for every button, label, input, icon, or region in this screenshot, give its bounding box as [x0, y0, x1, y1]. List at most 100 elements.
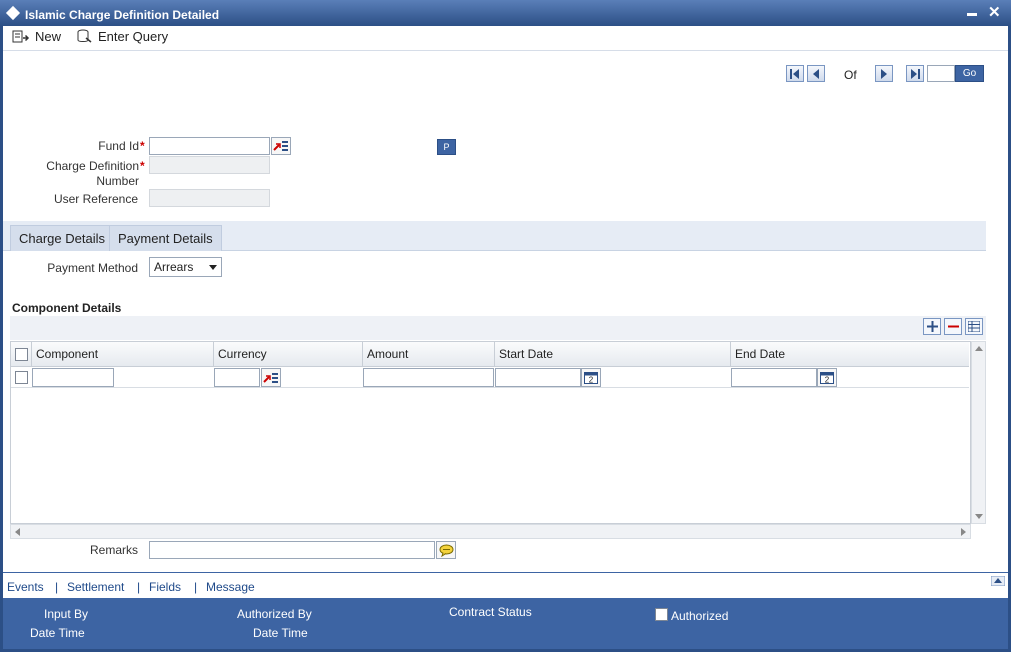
minus-icon [947, 325, 959, 328]
payment-method-label: Payment Method [47, 261, 138, 275]
payment-method-select[interactable]: Arrears [149, 257, 222, 277]
remarks-edit-button[interactable] [436, 541, 456, 559]
calendar-icon: 2 [820, 372, 834, 385]
events-link[interactable]: Events [7, 580, 44, 594]
new-label: New [35, 29, 62, 44]
fund-id-label: Fund Id [98, 139, 139, 153]
currency-input[interactable] [214, 368, 260, 387]
component-input[interactable] [32, 368, 114, 387]
pager-of-label: Of [844, 68, 857, 82]
payment-method-value: Arrears [154, 260, 194, 274]
window-title-bar: Islamic Charge Definition Detailed ✕ [0, 0, 1011, 26]
new-document-icon [12, 30, 30, 43]
date-time-label: Date Time [30, 626, 85, 640]
grid-toolbar [10, 316, 986, 340]
speech-bubble-icon [439, 544, 453, 557]
svg-text:2: 2 [589, 376, 594, 385]
col-start-date: Start Date [495, 342, 731, 366]
plus-icon [926, 321, 938, 332]
amount-input[interactable] [363, 368, 494, 387]
component-grid: Component Currency Amount Start Date End… [10, 341, 971, 524]
col-amount: Amount [363, 342, 495, 366]
authorized-by-label: Authorized By [237, 607, 312, 621]
add-row-button[interactable] [923, 318, 941, 335]
fund-id-lov-button[interactable] [271, 137, 291, 155]
scroll-left-icon[interactable] [15, 528, 20, 536]
p-button[interactable]: P [437, 139, 456, 155]
page-number-input[interactable] [927, 65, 955, 82]
start-date-input[interactable] [495, 368, 581, 387]
tab-charge-details[interactable]: Charge Details [10, 225, 114, 251]
previous-record-button[interactable] [807, 65, 825, 82]
vertical-scrollbar[interactable] [971, 341, 986, 524]
scroll-right-icon[interactable] [961, 528, 966, 536]
link-separator: | [194, 580, 198, 594]
previous-icon [813, 68, 819, 79]
last-page-icon [911, 68, 920, 79]
charge-def-number-input [149, 156, 270, 174]
link-separator: | [137, 580, 141, 594]
toolbar: New Enter Query [3, 26, 1008, 51]
list-of-values-icon [273, 141, 288, 151]
enter-query-button[interactable]: Enter Query [76, 29, 168, 44]
first-record-button[interactable] [786, 65, 804, 82]
col-currency: Currency [214, 342, 363, 366]
remarks-input[interactable] [149, 541, 435, 559]
select-all-cell [11, 342, 32, 366]
next-record-button[interactable] [875, 65, 893, 82]
row-checkbox[interactable] [15, 371, 28, 384]
horizontal-scrollbar[interactable] [10, 524, 971, 539]
new-button[interactable]: New [12, 29, 61, 44]
end-date-input[interactable] [731, 368, 817, 387]
scroll-down-icon[interactable] [975, 514, 983, 519]
minimize-icon[interactable] [967, 13, 977, 16]
last-record-button[interactable] [906, 65, 924, 82]
charge-def-required-mark: * [140, 159, 145, 173]
go-button[interactable]: Go [955, 65, 984, 82]
link-separator: | [55, 580, 59, 594]
chevron-down-icon [209, 265, 217, 270]
tab-strip: Charge Details Payment Details [3, 221, 986, 251]
start-date-calendar-button[interactable]: 2 [581, 368, 601, 387]
grid-view-icon [968, 321, 980, 332]
select-all-checkbox[interactable] [15, 347, 28, 361]
collapse-up-icon[interactable] [991, 576, 1005, 586]
table-row: 2 2 [11, 367, 969, 388]
remarks-label: Remarks [89, 543, 138, 557]
tab-payment-details[interactable]: Payment Details [109, 225, 222, 251]
user-reference-input [149, 189, 270, 207]
col-end-date: End Date [735, 347, 786, 361]
svg-text:2: 2 [825, 376, 830, 385]
delete-row-button[interactable] [944, 318, 962, 335]
user-reference-label: User Reference [53, 192, 138, 206]
currency-lov-button[interactable] [261, 368, 281, 387]
component-details-title: Component Details [12, 301, 122, 315]
enter-query-label: Enter Query [98, 29, 169, 44]
next-icon [881, 68, 887, 79]
footer-link-bar: Events | Settlement | Fields | Message [3, 572, 1008, 598]
message-link[interactable]: Message [206, 580, 255, 594]
list-of-values-icon [263, 372, 278, 383]
input-by-label: Input By [44, 607, 89, 621]
grid-header: Component Currency Amount Start Date End… [11, 342, 969, 367]
fund-id-required-mark: * [140, 139, 145, 153]
fields-link[interactable]: Fields [149, 580, 181, 594]
charge-def-label-line2: Number [96, 174, 139, 188]
charge-def-label-line1: Charge Definition [46, 159, 139, 173]
scroll-up-icon[interactable] [975, 346, 983, 351]
fund-id-input[interactable] [149, 137, 270, 155]
close-icon[interactable]: ✕ [988, 3, 1001, 21]
audit-footer: Input By Date Time Authorized By Date Ti… [3, 598, 1008, 649]
auth-date-time-label: Date Time [253, 626, 308, 640]
first-page-icon [790, 68, 799, 79]
contract-status-label: Contract Status [449, 605, 532, 619]
window-title: Islamic Charge Definition Detailed [25, 8, 220, 22]
end-date-calendar-button[interactable]: 2 [817, 368, 837, 387]
calendar-icon: 2 [584, 372, 598, 385]
single-view-button[interactable] [965, 318, 983, 335]
query-icon [77, 29, 92, 43]
col-component: Component [32, 342, 214, 366]
settlement-link[interactable]: Settlement [67, 580, 124, 594]
authorized-checkbox [655, 608, 668, 621]
authorized-label: Authorized [671, 609, 729, 623]
